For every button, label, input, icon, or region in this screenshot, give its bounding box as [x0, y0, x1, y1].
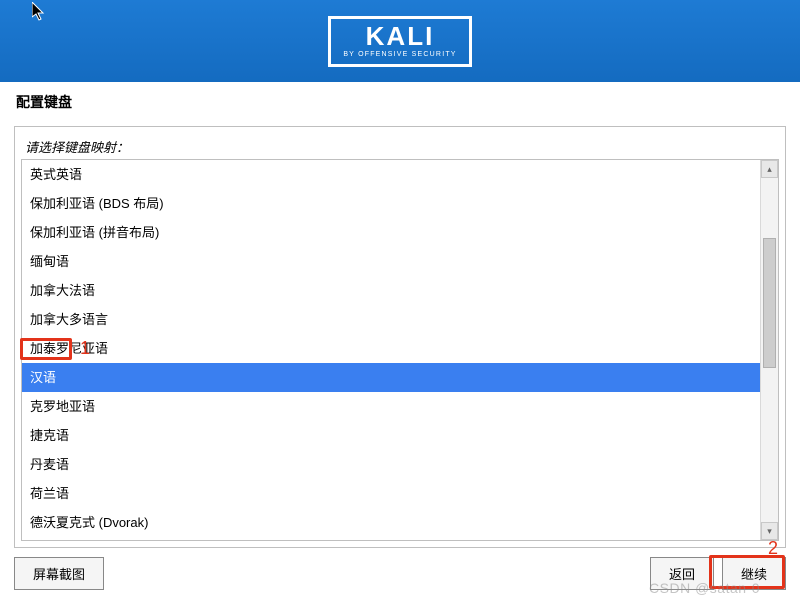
- list-item[interactable]: 捷克语: [22, 421, 760, 450]
- back-button[interactable]: 返回: [650, 557, 714, 590]
- scroll-down-icon[interactable]: ▾: [761, 522, 778, 540]
- list-item[interactable]: 加拿大多语言: [22, 305, 760, 334]
- header: KALI BY OFFENSIVE SECURITY: [0, 0, 800, 82]
- keyboard-panel: 请选择键盘映射： 英式英语保加利亚语 (BDS 布局)保加利亚语 (拼音布局)缅…: [14, 126, 786, 548]
- keyboard-list-container: 英式英语保加利亚语 (BDS 布局)保加利亚语 (拼音布局)缅甸语加拿大法语加拿…: [21, 159, 779, 541]
- list-item[interactable]: 加拿大法语: [22, 276, 760, 305]
- list-item[interactable]: 荷兰语: [22, 479, 760, 508]
- scroll-up-icon[interactable]: ▴: [761, 160, 778, 178]
- scrollbar[interactable]: ▴ ▾: [760, 160, 778, 540]
- keyboard-list[interactable]: 英式英语保加利亚语 (BDS 布局)保加利亚语 (拼音布局)缅甸语加拿大法语加拿…: [22, 160, 760, 540]
- page-title: 配置键盘: [0, 82, 800, 120]
- kali-logo: KALI BY OFFENSIVE SECURITY: [328, 16, 471, 67]
- list-item[interactable]: 英式英语: [22, 160, 760, 189]
- list-item[interactable]: 汉语: [22, 363, 760, 392]
- footer: 屏幕截图 返回 继续: [0, 547, 800, 600]
- scroll-track[interactable]: [761, 178, 778, 522]
- list-item[interactable]: 克罗地亚语: [22, 392, 760, 421]
- list-item[interactable]: 保加利亚语 (BDS 布局): [22, 189, 760, 218]
- list-item[interactable]: 缅甸语: [22, 247, 760, 276]
- list-item[interactable]: 德沃夏克式 (Dvorak): [22, 508, 760, 537]
- continue-button[interactable]: 继续: [722, 557, 786, 590]
- list-item[interactable]: 不丹语: [22, 537, 760, 540]
- list-item[interactable]: 丹麦语: [22, 450, 760, 479]
- logo-subtitle: BY OFFENSIVE SECURITY: [343, 51, 456, 58]
- scroll-thumb[interactable]: [763, 238, 776, 368]
- list-item[interactable]: 加泰罗尼亚语: [22, 334, 760, 363]
- logo-text: KALI: [343, 23, 456, 49]
- list-item[interactable]: 保加利亚语 (拼音布局): [22, 218, 760, 247]
- screenshot-button[interactable]: 屏幕截图: [14, 557, 104, 590]
